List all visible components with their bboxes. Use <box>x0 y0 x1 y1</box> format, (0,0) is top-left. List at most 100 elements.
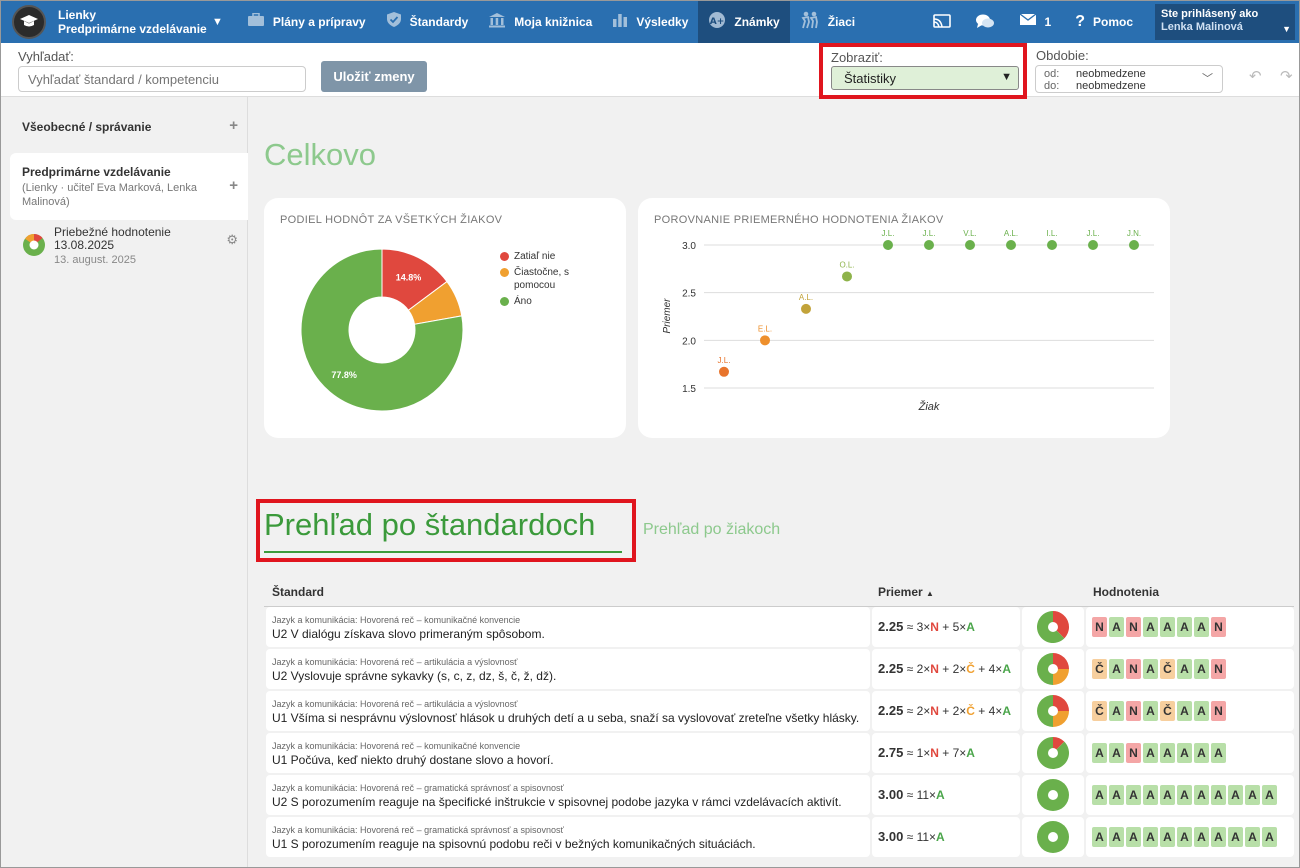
grade-badge[interactable]: N <box>1211 659 1226 679</box>
nav-standards[interactable]: Štandardy <box>376 0 479 43</box>
grade-badge[interactable]: A <box>1109 743 1124 763</box>
grade-badge[interactable]: A <box>1143 659 1158 679</box>
grade-badge[interactable]: A <box>1177 743 1192 763</box>
sidebar-item-preschool[interactable]: Predprimárne vzdelávanie (Lienky · učite… <box>10 153 248 220</box>
standard-cell[interactable]: Jazyk a komunikácia: Hovorená reč – arti… <box>266 691 870 731</box>
grade-badge[interactable]: A <box>1228 785 1243 805</box>
grade-badge[interactable]: A <box>1126 785 1141 805</box>
sidebar-item-general[interactable]: Všeobecné / správanie + <box>10 117 248 139</box>
nav-results[interactable]: Výsledky <box>602 0 698 43</box>
grade-badge[interactable]: Č <box>1092 701 1107 721</box>
grade-badge[interactable]: Č <box>1160 659 1175 679</box>
grade-badge[interactable]: A <box>1177 617 1192 637</box>
grade-badge[interactable]: A <box>1194 617 1209 637</box>
grade-badge[interactable]: A <box>1109 785 1124 805</box>
grade-badge[interactable]: A <box>1228 827 1243 847</box>
tab-students[interactable]: Prehľad po žiakoch <box>643 521 780 539</box>
grade-badge[interactable]: A <box>1262 827 1277 847</box>
grade-badge[interactable]: A <box>1126 827 1141 847</box>
standard-cell[interactable]: Jazyk a komunikácia: Hovorená reč – gram… <box>266 817 870 857</box>
scatter-point[interactable] <box>842 271 852 282</box>
view-select[interactable]: Štatistiky ▼ <box>831 66 1019 90</box>
grade-badge[interactable]: A <box>1194 827 1209 847</box>
grade-badge[interactable]: N <box>1126 617 1141 637</box>
period-select[interactable]: od: neobmedzene do: neobmedzene ﹀ <box>1035 65 1223 93</box>
grade-badge[interactable]: A <box>1211 743 1226 763</box>
grade-badge[interactable]: A <box>1177 701 1192 721</box>
user-menu[interactable]: Ste prihlásený ako Lenka Malinová ▼ <box>1155 3 1295 40</box>
scatter-point[interactable] <box>801 303 811 314</box>
grade-badge[interactable]: A <box>1143 827 1158 847</box>
undo-icon[interactable]: ↶ <box>1249 67 1262 85</box>
grade-badge[interactable]: A <box>1245 785 1260 805</box>
grade-badge[interactable]: A <box>1160 743 1175 763</box>
legend-item[interactable]: Zatiaľ nie <box>500 250 580 263</box>
grade-badge[interactable]: N <box>1126 659 1141 679</box>
scatter-point[interactable] <box>1129 240 1139 250</box>
scatter-point[interactable] <box>965 240 975 250</box>
standard-cell[interactable]: Jazyk a komunikácia: Hovorená reč – komu… <box>266 607 870 647</box>
grade-badge[interactable]: A <box>1177 659 1192 679</box>
search-input[interactable] <box>18 66 306 92</box>
table-row[interactable]: Jazyk a komunikácia: Hovorená reč – arti… <box>266 649 1294 689</box>
standard-cell[interactable]: Jazyk a komunikácia: Hovorená reč – komu… <box>266 733 870 773</box>
grade-badge[interactable]: N <box>1092 617 1107 637</box>
grade-badge[interactable]: N <box>1126 743 1141 763</box>
cast-icon[interactable] <box>921 14 963 29</box>
sidebar-item-assessment[interactable]: Priebežné hodnotenie 13.08.2025 13. augu… <box>10 225 248 269</box>
legend-item[interactable]: Áno <box>500 295 580 308</box>
scatter-point[interactable] <box>883 240 893 250</box>
table-row[interactable]: Jazyk a komunikácia: Hovorená reč – gram… <box>266 817 1294 857</box>
scatter-point[interactable] <box>719 366 729 377</box>
grade-badge[interactable]: N <box>1126 701 1141 721</box>
plus-icon[interactable]: + <box>229 117 238 134</box>
col-average[interactable]: Priemer ▲ <box>878 585 934 599</box>
scatter-point[interactable] <box>1047 240 1057 250</box>
chevron-down-icon[interactable]: ▼ <box>212 16 223 28</box>
grade-badge[interactable]: A <box>1143 701 1158 721</box>
grade-badge[interactable]: A <box>1109 617 1124 637</box>
plus-icon[interactable]: + <box>229 177 238 194</box>
nav-students[interactable]: Žiaci <box>790 0 865 43</box>
grade-badge[interactable]: A <box>1160 827 1175 847</box>
class-switcher[interactable]: Lienky Predprimárne vzdelávanie <box>58 8 208 36</box>
nav-grades[interactable]: A+ Známky <box>698 0 790 43</box>
scatter-point[interactable] <box>760 335 770 346</box>
grade-badge[interactable]: A <box>1109 827 1124 847</box>
scatter-point[interactable] <box>924 240 934 250</box>
grade-badge[interactable]: A <box>1143 617 1158 637</box>
save-button[interactable]: Uložiť zmeny <box>321 61 427 92</box>
legend-item[interactable]: Čiastočne, s pomocou <box>500 266 580 292</box>
col-standard[interactable]: Štandard <box>272 585 324 599</box>
help-button[interactable]: ? Pomoc <box>1063 13 1145 31</box>
grade-badge[interactable]: A <box>1143 743 1158 763</box>
table-row[interactable]: Jazyk a komunikácia: Hovorená reč – arti… <box>266 691 1294 731</box>
grade-badge[interactable]: A <box>1092 827 1107 847</box>
grade-badge[interactable]: A <box>1194 785 1209 805</box>
graduation-cap-icon[interactable] <box>12 4 46 39</box>
nav-library[interactable]: Moja knižnica <box>478 0 602 43</box>
grade-badge[interactable]: A <box>1262 785 1277 805</box>
grade-badge[interactable]: Č <box>1160 701 1175 721</box>
nav-plans[interactable]: Plány a prípravy <box>237 0 376 43</box>
scatter-point[interactable] <box>1088 240 1098 250</box>
grade-badge[interactable]: A <box>1177 785 1192 805</box>
grade-badge[interactable]: A <box>1211 827 1226 847</box>
grade-badge[interactable]: A <box>1160 785 1175 805</box>
grade-badge[interactable]: A <box>1143 785 1158 805</box>
grade-badge[interactable]: A <box>1109 701 1124 721</box>
grade-badge[interactable]: A <box>1245 827 1260 847</box>
grade-badge[interactable]: A <box>1177 827 1192 847</box>
col-grades[interactable]: Hodnotenia <box>1093 585 1159 599</box>
standard-cell[interactable]: Jazyk a komunikácia: Hovorená reč – gram… <box>266 775 870 815</box>
messages-button[interactable]: 1 <box>1007 13 1064 30</box>
grade-badge[interactable]: A <box>1092 743 1107 763</box>
grade-badge[interactable]: N <box>1211 617 1226 637</box>
gear-icon[interactable]: ⚙ <box>226 232 238 248</box>
chat-icon[interactable] <box>963 13 1007 30</box>
grade-badge[interactable]: A <box>1160 617 1175 637</box>
grade-badge[interactable]: A <box>1211 785 1226 805</box>
grade-badge[interactable]: A <box>1109 659 1124 679</box>
redo-icon[interactable]: ↷ <box>1280 67 1293 85</box>
grade-badge[interactable]: A <box>1092 785 1107 805</box>
